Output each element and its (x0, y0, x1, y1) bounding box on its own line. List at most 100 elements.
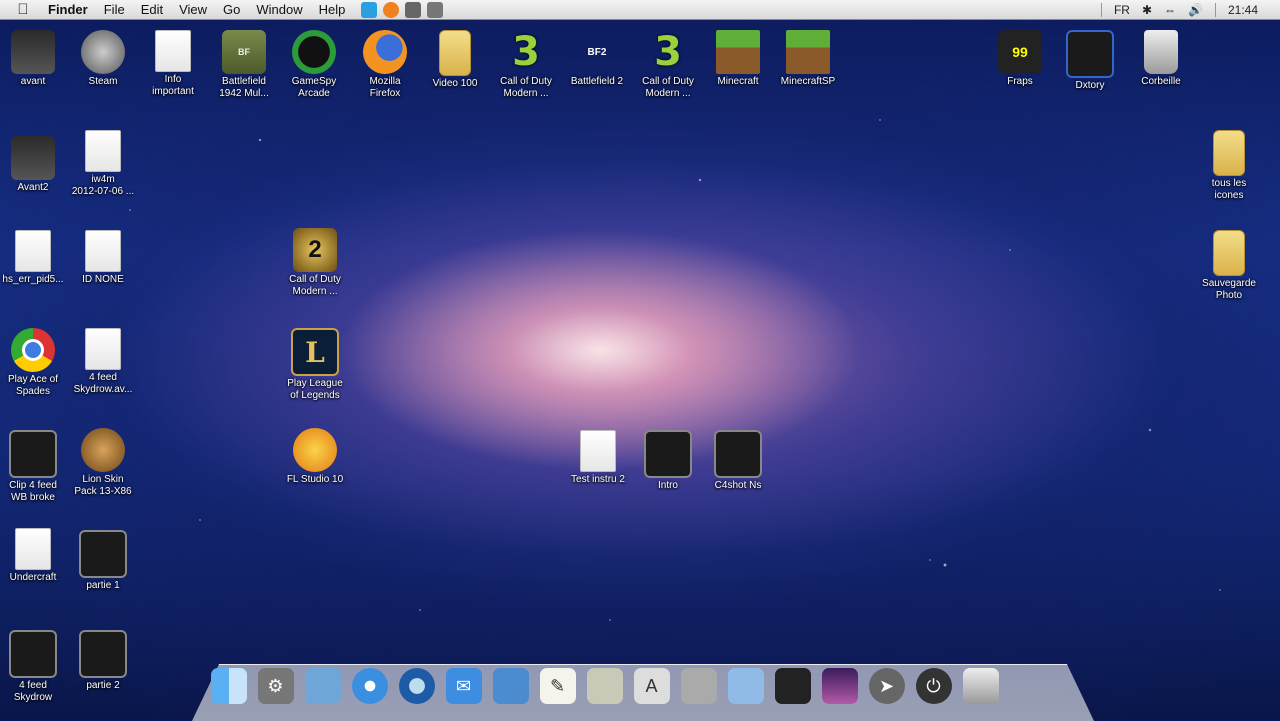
desktop-icon-fl-studio[interactable]: FL Studio 10 (277, 428, 353, 486)
dock-system-preferences[interactable]: ⚙ (252, 666, 299, 706)
desktop-icon-fraps[interactable]: 99 Fraps (982, 30, 1058, 88)
desktop-icon-cod-mw3-2[interactable]: 3 Call of Duty Modern ... (630, 29, 706, 100)
tray-app-icon[interactable] (405, 1, 422, 18)
document-icon (15, 528, 51, 570)
tray-app-icon-2[interactable] (427, 1, 444, 18)
menubar-separator (1100, 2, 1102, 17)
desktop-icon-4-feed-skydrow[interactable]: 4 feed Skydrow (0, 630, 71, 704)
dock-launchpad[interactable]: ➤ (863, 666, 910, 706)
launchpad-icon: ➤ (868, 668, 905, 704)
menu-go[interactable]: Go (217, 2, 250, 17)
desktop-icon-cod-mw2[interactable]: 2 Call of Duty Modern ... (277, 228, 353, 298)
desktop-icon-video-100[interactable]: Video 100 (417, 30, 493, 90)
dock-photo-booth[interactable] (816, 666, 863, 706)
dock-applications[interactable] (299, 666, 346, 706)
fl-studio-icon (293, 428, 337, 472)
desktop-icon-minecraft[interactable]: Minecraft (700, 30, 776, 88)
skype-icon[interactable] (361, 1, 378, 18)
calculator-icon (586, 668, 623, 704)
desktop-icon-battlefield-2[interactable]: BF2 Battlefield 2 (559, 30, 635, 88)
finder-icon (210, 668, 247, 704)
desktop-icon-league-of-legends[interactable]: L Play League of Legends (277, 328, 353, 402)
menu-finder[interactable]: Finder (42, 2, 98, 17)
menu-file[interactable]: File (98, 2, 135, 17)
folder-icon (1213, 230, 1245, 276)
desktop-icon-play-ace-of-spades[interactable]: Play Ace of Spades (0, 328, 71, 398)
desktop-icon-steam[interactable]: Steam (65, 30, 141, 88)
desktop-icon-hs-err[interactable]: hs_err_pid5... (0, 230, 71, 286)
network-icon[interactable]: ⇔ (1164, 3, 1176, 17)
desktop-icon-lion-skin-pack[interactable]: Lion Skin Pack 13-X86 (65, 428, 141, 498)
gamespy-icon (292, 30, 336, 74)
dock-calculator[interactable] (581, 666, 628, 706)
desktop-icon-clip-4-feed[interactable]: Clip 4 feed WB broke (0, 430, 71, 504)
cod-mw3-icon: 3 (654, 29, 682, 75)
dock-quicktime[interactable] (393, 666, 440, 706)
desktop-icon-partie-1[interactable]: partie 1 (65, 530, 141, 592)
document-icon (85, 130, 121, 172)
apple-icon[interactable]:  (14, 1, 32, 19)
desktop-icon-partie-2[interactable]: partie 2 (65, 630, 141, 692)
safari-icon (351, 668, 388, 704)
document-icon (85, 230, 121, 272)
menu-view[interactable]: View (173, 2, 217, 17)
dock-iphoto[interactable] (487, 666, 534, 706)
dock-safari[interactable] (346, 666, 393, 706)
dock-mail[interactable]: ✉ (440, 666, 487, 706)
app-store-icon: A (633, 668, 670, 704)
video-icon (644, 430, 692, 478)
desktop-icon-firefox[interactable]: Mozilla Firefox (347, 30, 423, 100)
dock-app-store[interactable]: A (628, 666, 675, 706)
desktop-icon-4-feed-skydrow-avi[interactable]: 4 feed Skydrow.av... (65, 328, 141, 396)
disk-utility-icon (680, 668, 717, 704)
desktop-icon-id-none[interactable]: ID NONE (65, 230, 141, 286)
clock[interactable]: 21:44 (1228, 3, 1258, 17)
desktop-icon-c4shot-ns[interactable]: C4shot Ns (700, 430, 776, 492)
firefox-icon (363, 30, 407, 74)
minecraft-icon (786, 30, 830, 74)
desktop-icon-avant[interactable]: avant (0, 30, 71, 88)
desktop-icon-battlefield-1942[interactable]: BF Battlefield 1942 Mul... (206, 30, 282, 100)
league-of-legends-icon: L (291, 328, 339, 376)
desktop-icon-gamespy[interactable]: GameSpy Arcade (276, 30, 352, 100)
dock-textedit[interactable]: ✎ (534, 666, 581, 706)
desktop-icon-iw4m[interactable]: iw4m 2012-07-06 ... (65, 130, 141, 198)
dock-disk-utility[interactable] (675, 666, 722, 706)
desktop-icon-avant2[interactable]: Avant2 (0, 136, 71, 194)
desktop-icon-minecraftsp[interactable]: MinecraftSP (770, 30, 846, 88)
dock-documents[interactable] (722, 666, 769, 706)
fraps-badge: 99 (1012, 44, 1028, 60)
dock-finder[interactable] (205, 666, 252, 706)
textedit-icon: ✎ (539, 668, 576, 704)
desktop-icon-intro[interactable]: Intro (630, 430, 706, 492)
menu-edit[interactable]: Edit (135, 2, 173, 17)
fraps-icon: 99 (998, 30, 1042, 74)
desktop-icon-cod-mw3[interactable]: 3 Call of Duty Modern ... (488, 29, 564, 100)
system-preferences-icon: ⚙ (257, 668, 294, 704)
qr-code-icon (774, 668, 811, 704)
bluetooth-icon[interactable]: ✱ (1142, 3, 1152, 17)
iphoto-icon (492, 668, 529, 704)
input-language[interactable]: FR (1114, 3, 1130, 17)
firefox-tray-icon[interactable] (383, 1, 400, 18)
battlefield-1942-icon: BF (222, 30, 266, 74)
desktop-icon-test-instru-2[interactable]: Test instru 2 (560, 430, 636, 486)
dock-shutdown[interactable]: ⏻ (910, 666, 957, 706)
desktop-icon-undercraft[interactable]: Undercraft (0, 528, 71, 584)
desktop-icon-dxtory[interactable]: Dxtory (1052, 30, 1128, 92)
galaxy-wallpaper (0, 0, 1280, 720)
video-icon (9, 430, 57, 478)
desktop-icon-sauvegarde-photo[interactable]: Sauvegarde Photo (1191, 230, 1267, 302)
desktop-icon-corbeille[interactable]: Corbeille (1123, 30, 1199, 88)
volume-icon[interactable]: 🔊 (1188, 3, 1203, 17)
menubar-separator (1214, 2, 1216, 17)
desktop-icon-info-important[interactable]: Info important (135, 30, 211, 98)
video-icon (714, 430, 762, 478)
menu-window[interactable]: Window (250, 2, 312, 17)
dock-qr-code[interactable] (769, 666, 816, 706)
photo-booth-icon (821, 668, 858, 704)
dock-trash[interactable] (957, 666, 1004, 706)
document-icon (85, 328, 121, 370)
desktop-icon-tous-les-icones[interactable]: tous les icones (1191, 130, 1267, 202)
menu-help[interactable]: Help (313, 2, 356, 17)
